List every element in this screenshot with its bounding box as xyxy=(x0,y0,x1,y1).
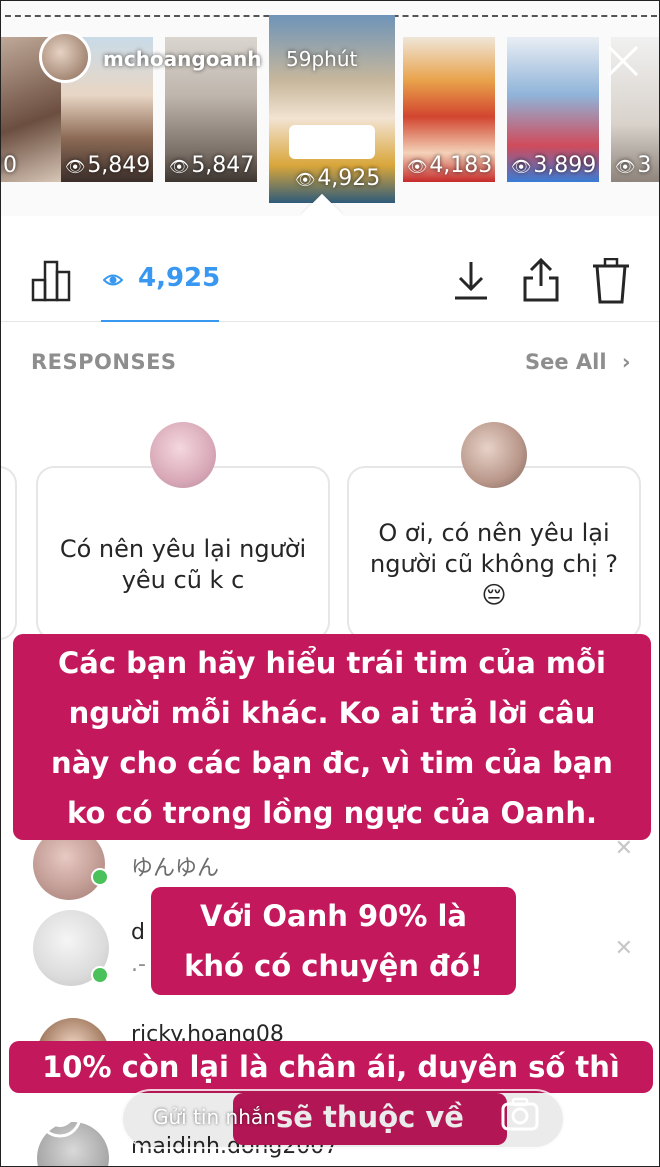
response-card[interactable]: O ơi, có nên yêu lại người cũ không chị … xyxy=(347,422,641,640)
response-card[interactable]: Có nên yêu lại người yêu cũ k c xyxy=(36,422,330,640)
text-overlay-main: Các bạn hãy hiểu trái tim của mỗi người … xyxy=(13,634,651,840)
trash-icon[interactable] xyxy=(591,258,631,304)
send-icon[interactable] xyxy=(591,1097,631,1133)
overlay-line: người mỗi khác. Ko ai trả lời câu xyxy=(68,696,596,730)
view-count: 👁5,847 xyxy=(169,153,255,178)
avatar xyxy=(461,422,527,488)
view-count: 👁5,849 xyxy=(65,153,151,178)
responses-heading: RESPONSES xyxy=(31,350,177,374)
response-card-partial[interactable] xyxy=(1,466,17,640)
story-thumb-selected[interactable]: 👁4,925 xyxy=(269,15,395,203)
response-text: Có nên yêu lại người yêu cũ k c xyxy=(38,534,328,596)
view-count: 👁4,183 xyxy=(407,153,493,178)
view-count: 👁3,899 xyxy=(511,153,597,178)
eye-icon: 👁 xyxy=(295,170,316,189)
story-time: 59phút xyxy=(286,47,358,71)
viewer-subtitle: .- xyxy=(131,952,146,977)
overlay-line: Với Oanh 90% là xyxy=(199,899,468,933)
see-all-label: See All xyxy=(525,350,607,374)
eye-icon: 👁 xyxy=(511,157,532,176)
question-sticker xyxy=(289,125,375,159)
online-indicator xyxy=(91,966,109,984)
viewer-count[interactable]: 4,925 xyxy=(138,263,220,293)
story-thumbnail-strip: 920 👁5,849 👁5,847 👁4,925 👁4,183 👁3,899 👁… xyxy=(1,1,659,216)
story-thumb[interactable]: 👁3,899 xyxy=(507,37,599,182)
response-line: người cũ không chị ? xyxy=(370,550,618,578)
share-icon[interactable] xyxy=(521,256,561,304)
story-username[interactable]: mchoangoanh xyxy=(103,47,261,71)
smile-icon[interactable] xyxy=(37,1093,83,1139)
camera-icon[interactable] xyxy=(501,1097,539,1131)
avatar[interactable] xyxy=(39,31,91,83)
eye-icon: 👁 xyxy=(169,157,190,176)
viewer-name: d xyxy=(131,920,145,945)
active-tab-indicator xyxy=(101,320,219,322)
close-icon[interactable]: ✕ xyxy=(615,936,633,961)
overlay-line: khó có chuyện đó! xyxy=(184,949,483,983)
text-overlay-mid: Với Oanh 90% là khó có chuyện đó! xyxy=(151,887,516,995)
eye-icon: 👁 xyxy=(407,157,428,176)
response-line: yêu cũ k c xyxy=(121,566,245,594)
avatar xyxy=(150,422,216,488)
view-count: 920 xyxy=(1,153,17,178)
online-indicator xyxy=(91,868,109,886)
chevron-right-icon: › xyxy=(621,350,631,374)
insights-toolbar: 4,925 xyxy=(1,216,659,322)
story-thumb[interactable]: 👁4,183 xyxy=(403,37,495,182)
eye-icon xyxy=(103,274,123,286)
reply-placeholder: Gửi tin nhắn xyxy=(153,1105,276,1129)
reply-bar: Gửi tin nhắn xyxy=(1,1073,659,1166)
response-line: O ơi, có nên yêu lại xyxy=(378,519,610,547)
close-icon[interactable] xyxy=(605,43,641,79)
see-all-link[interactable]: See All › xyxy=(525,350,631,374)
response-text: O ơi, có nên yêu lại người cũ không chị … xyxy=(349,518,639,611)
download-icon[interactable] xyxy=(451,260,491,302)
story-viewer-screen: 920 👁5,849 👁5,847 👁4,925 👁4,183 👁3,899 👁… xyxy=(0,0,660,1167)
viewer-name: ゆんゆん xyxy=(131,856,220,881)
eye-icon: 👁 xyxy=(615,157,636,176)
overlay-line: Các bạn hãy hiểu trái tim của mỗi xyxy=(58,646,606,680)
eye-icon: 👁 xyxy=(65,157,86,176)
response-line: Có nên yêu lại người xyxy=(59,535,307,563)
view-count: 👁4,925 xyxy=(295,166,381,191)
overlay-line: ko có trong lồng ngực của Oanh. xyxy=(66,796,598,830)
overlay-line: này cho các bạn đc, vì tim của bạn xyxy=(51,746,613,780)
sad-face-icon: 😔 xyxy=(481,581,507,609)
reply-input[interactable]: Gửi tin nhắn xyxy=(121,1089,565,1149)
view-count: 👁3 xyxy=(615,153,652,178)
bar-chart-icon[interactable] xyxy=(31,260,75,302)
